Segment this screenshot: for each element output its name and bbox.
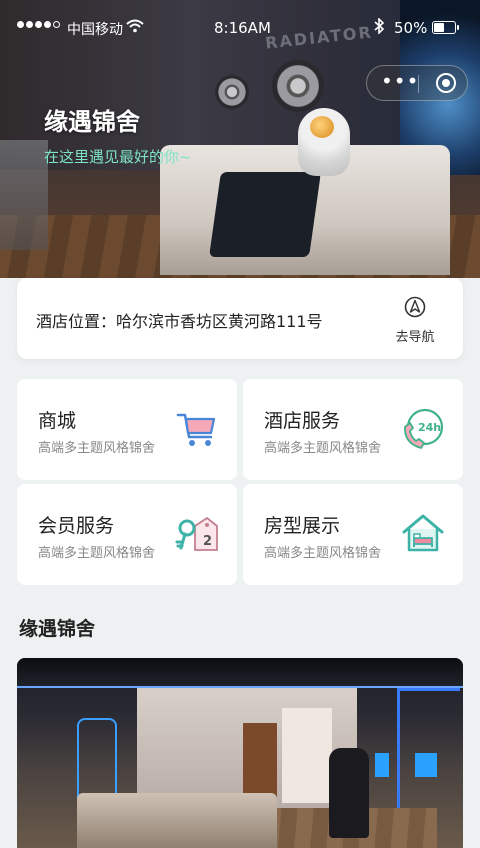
capsule-divider bbox=[418, 75, 419, 93]
status-time: 8:16AM bbox=[214, 19, 271, 37]
room-monitor bbox=[415, 753, 437, 777]
tile-title: 商城 bbox=[38, 410, 77, 432]
svg-text:24h: 24h bbox=[418, 421, 441, 434]
location-card: 酒店位置：哈尔滨市香坊区黄河路111号 去导航 bbox=[17, 278, 463, 359]
close-mini-program-button[interactable] bbox=[436, 73, 456, 93]
hotel-address: 酒店位置：哈尔滨市香坊区黄河路111号 bbox=[36, 312, 323, 331]
room-bed bbox=[77, 793, 277, 848]
hero-wheel-decor bbox=[272, 60, 324, 112]
tile-room-types[interactable]: 房型展示 高端多主题风格锦舍 bbox=[243, 484, 463, 585]
hero-wheel-decor bbox=[215, 75, 249, 109]
tile-title: 酒店服务 bbox=[264, 410, 341, 432]
room-ceiling bbox=[17, 658, 463, 688]
tile-title: 会员服务 bbox=[38, 515, 115, 537]
tile-desc: 高端多主题风格锦舍 bbox=[38, 441, 156, 456]
phone-24h-icon: 24h bbox=[401, 407, 445, 455]
room-opening bbox=[282, 708, 332, 803]
room-monitor bbox=[375, 753, 389, 777]
tile-desc: 高端多主题风格锦舍 bbox=[38, 546, 156, 561]
wifi-icon bbox=[126, 19, 144, 37]
more-options-button[interactable]: ••• bbox=[381, 71, 418, 92]
battery-percent: 50% bbox=[394, 19, 428, 37]
house-bed-icon bbox=[401, 512, 445, 560]
status-bar: 中国移动 8:16AM 50% bbox=[0, 0, 480, 56]
hero-subtitle: 在这里遇见最好的你~ bbox=[44, 148, 192, 166]
hero-astronaut bbox=[298, 108, 350, 176]
hero-title: 缘遇锦舍 bbox=[44, 108, 140, 136]
tile-desc: 高端多主题风格锦舍 bbox=[264, 441, 382, 456]
tile-shop[interactable]: 商城 高端多主题风格锦舍 bbox=[17, 379, 237, 480]
signal-strength-icon bbox=[17, 21, 60, 28]
tile-hotel-service[interactable]: 酒店服务 高端多主题风格锦舍 24h bbox=[243, 379, 463, 480]
carrier-name: 中国移动 bbox=[67, 22, 123, 38]
tile-member-service[interactable]: 会员服务 高端多主题风格锦舍 2 bbox=[17, 484, 237, 585]
navigation-icon bbox=[387, 296, 443, 322]
navigate-label: 去导航 bbox=[395, 330, 435, 345]
section-title: 缘遇锦舍 bbox=[19, 618, 96, 640]
tile-title: 房型展示 bbox=[264, 515, 341, 537]
tile-desc: 高端多主题风格锦舍 bbox=[264, 546, 382, 561]
shopping-cart-icon bbox=[175, 407, 219, 455]
key-tag-icon: 2 bbox=[173, 512, 219, 560]
room-gaming-chair bbox=[329, 748, 369, 838]
hero-blanket bbox=[209, 172, 321, 257]
navigate-button[interactable]: 去导航 bbox=[387, 296, 443, 345]
bluetooth-icon bbox=[373, 17, 385, 38]
battery-icon bbox=[432, 21, 459, 34]
hero-chair bbox=[0, 140, 48, 250]
mini-program-capsule: ••• bbox=[366, 65, 468, 101]
svg-text:2: 2 bbox=[203, 534, 212, 549]
room-photo[interactable] bbox=[17, 658, 463, 848]
